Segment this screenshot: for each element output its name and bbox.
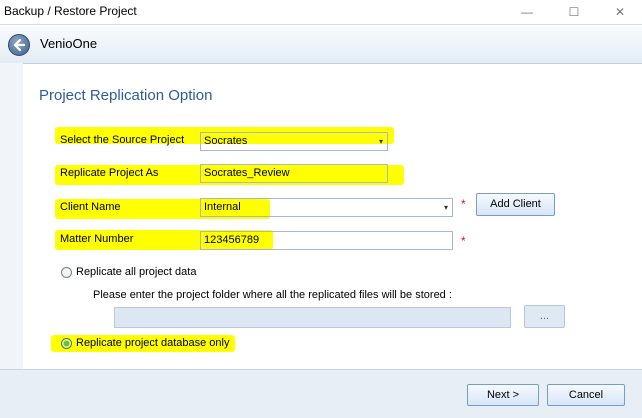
- source-project-select[interactable]: Socrates ▾: [200, 132, 388, 151]
- minimize-button[interactable]: —: [504, 0, 550, 24]
- cancel-button[interactable]: Cancel: [547, 384, 625, 406]
- browse-button[interactable]: ...: [524, 305, 565, 328]
- source-project-value: Socrates: [204, 135, 248, 147]
- add-client-button[interactable]: Add Client: [476, 193, 555, 216]
- folder-path-input[interactable]: [114, 307, 511, 328]
- replicate-as-input[interactable]: Socrates_Review: [200, 164, 388, 183]
- browse-label: ...: [539, 310, 550, 322]
- matter-number-input[interactable]: 123456789: [200, 231, 453, 250]
- source-project-label: Select the Source Project: [60, 134, 185, 146]
- folder-hint-text: Please enter the project folder where al…: [93, 289, 452, 301]
- replicate-db-radio[interactable]: [61, 338, 72, 349]
- client-name-label: Client Name: [60, 201, 121, 213]
- replicate-db-label[interactable]: Replicate project database only: [76, 337, 229, 349]
- add-client-label: Add Client: [490, 198, 541, 210]
- client-name-select[interactable]: Internal ▾: [200, 198, 453, 217]
- next-button[interactable]: Next >: [467, 384, 539, 406]
- window-titlebar: Backup / Restore Project — ☐ ✕: [0, 0, 642, 24]
- close-button[interactable]: ✕: [597, 0, 642, 24]
- cancel-label: Cancel: [568, 389, 604, 401]
- window-title: Backup / Restore Project: [4, 4, 137, 18]
- app-toolbar: VenioOne: [0, 24, 642, 64]
- replicate-as-label: Replicate Project As: [60, 167, 159, 179]
- replicate-as-value: Socrates_Review: [204, 167, 290, 179]
- next-label: Next >: [486, 389, 520, 401]
- matter-number-required-marker: *: [461, 234, 466, 248]
- matter-number-label: Matter Number: [60, 233, 134, 245]
- replicate-all-label[interactable]: Replicate all project data: [76, 266, 196, 278]
- client-name-value: Internal: [204, 201, 241, 213]
- dialog-footer: [0, 369, 642, 418]
- replicate-all-radio[interactable]: [61, 267, 72, 278]
- app-name: VenioOne: [40, 36, 98, 51]
- chevron-down-icon[interactable]: ▾: [379, 133, 383, 150]
- page-title: Project Replication Option: [39, 87, 213, 104]
- client-name-required-marker: *: [461, 197, 466, 211]
- chevron-down-icon[interactable]: ▾: [444, 199, 448, 216]
- maximize-button[interactable]: ☐: [551, 0, 597, 24]
- matter-number-value: 123456789: [204, 234, 260, 246]
- left-margin-panel: [0, 63, 23, 369]
- back-arrow-icon[interactable]: [8, 34, 30, 56]
